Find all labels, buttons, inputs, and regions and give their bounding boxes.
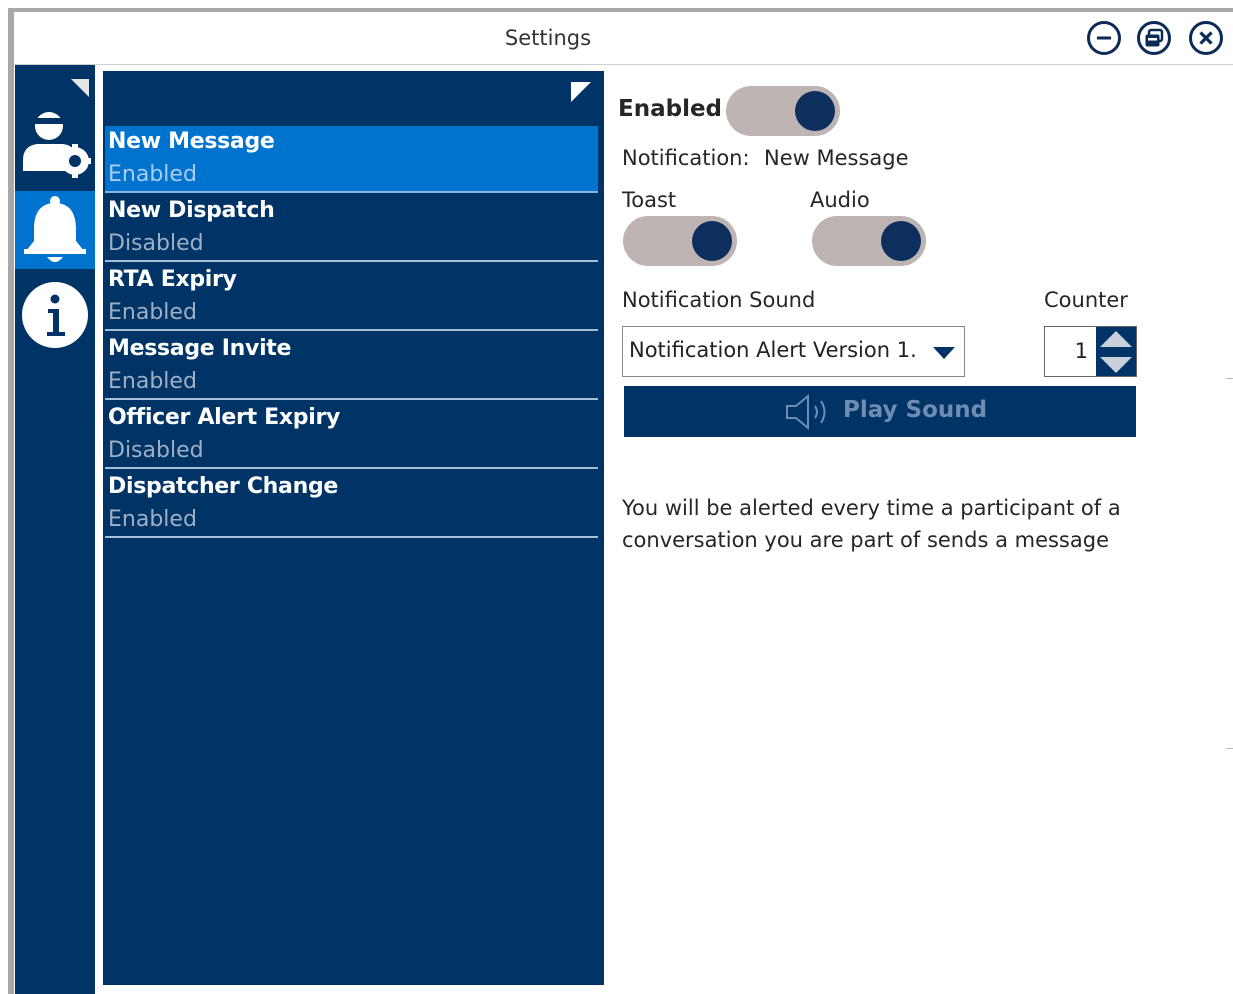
list-item-officer-alert-expiry[interactable]: Officer Alert Expiry Disabled: [105, 402, 598, 469]
list-item-title: Officer Alert Expiry: [108, 405, 341, 430]
settings-nav-rail: [15, 65, 95, 994]
collapse-corner-icon[interactable]: [71, 79, 89, 97]
list-item-new-message[interactable]: New Message Enabled: [105, 126, 598, 193]
list-item-status: Disabled: [108, 231, 204, 256]
list-item-new-dispatch[interactable]: New Dispatch Disabled: [105, 195, 598, 262]
counter-label: Counter: [1044, 288, 1128, 312]
notification-sound-value: Notification Alert Version 1.: [629, 338, 917, 362]
user-settings-icon: [23, 112, 91, 178]
notification-label: Notification:: [622, 146, 750, 170]
info-icon: [22, 282, 88, 348]
restore-icon: [1137, 21, 1171, 55]
list-item-title: New Dispatch: [108, 198, 275, 223]
list-item-status: Enabled: [108, 369, 197, 394]
notification-list: New Message Enabled New Dispatch Disable…: [103, 71, 604, 985]
counter-value: 1: [1074, 339, 1088, 363]
window-title: Settings: [504, 26, 592, 50]
list-item-status: Enabled: [108, 162, 197, 187]
notification-sound-select[interactable]: Notification Alert Version 1.: [622, 326, 965, 377]
decrement-icon[interactable]: [1100, 355, 1132, 373]
list-item-rta-expiry[interactable]: RTA Expiry Enabled: [105, 264, 598, 331]
notification-sound-label: Notification Sound: [622, 288, 816, 312]
audio-label: Audio: [810, 188, 870, 212]
nav-info[interactable]: [15, 277, 95, 355]
minimize-button[interactable]: [1086, 20, 1122, 56]
edge-tick: [1226, 378, 1233, 379]
notification-name: New Message: [764, 146, 909, 170]
close-button[interactable]: [1188, 20, 1224, 56]
nav-notifications[interactable]: [15, 191, 95, 269]
nav-user-settings[interactable]: [15, 103, 95, 181]
toggle-knob: [881, 221, 921, 261]
close-icon: [1189, 21, 1223, 55]
toast-label: Toast: [622, 188, 677, 212]
counter-stepper[interactable]: 1: [1044, 326, 1137, 377]
play-sound-button[interactable]: Play Sound: [624, 386, 1136, 437]
chevron-down-icon: [933, 347, 955, 359]
list-item-message-invite[interactable]: Message Invite Enabled: [105, 333, 598, 400]
list-item-title: Message Invite: [108, 336, 292, 361]
restore-button[interactable]: [1136, 20, 1172, 56]
list-item-title: Dispatcher Change: [108, 474, 339, 499]
counter-spinner: [1096, 327, 1136, 376]
toggle-knob: [692, 221, 732, 261]
list-item-status: Enabled: [108, 300, 197, 325]
title-bar: Settings: [14, 12, 1233, 65]
increment-icon[interactable]: [1100, 331, 1132, 349]
list-item-title: New Message: [108, 129, 275, 154]
edge-tick: [1226, 748, 1233, 749]
notification-description: You will be alerted every time a partici…: [622, 496, 1121, 552]
speaker-icon: [786, 393, 826, 431]
collapse-corner-icon[interactable]: [571, 82, 591, 102]
minimize-icon: [1087, 21, 1121, 55]
enabled-toggle[interactable]: [726, 86, 840, 136]
list-item-title: RTA Expiry: [108, 267, 237, 292]
toast-toggle[interactable]: [623, 216, 737, 266]
settings-window: Settings New Message Enabled New Dispatc…: [14, 12, 1233, 994]
list-item-status: Enabled: [108, 507, 197, 532]
enabled-label: Enabled: [618, 96, 723, 122]
rail-divider: [95, 65, 103, 994]
audio-toggle[interactable]: [812, 216, 926, 266]
play-sound-label: Play Sound: [843, 397, 988, 423]
list-item-status: Disabled: [108, 438, 204, 463]
bell-icon: [24, 196, 86, 262]
toggle-knob: [795, 91, 835, 131]
list-item-dispatcher-change[interactable]: Dispatcher Change Enabled: [105, 471, 598, 538]
